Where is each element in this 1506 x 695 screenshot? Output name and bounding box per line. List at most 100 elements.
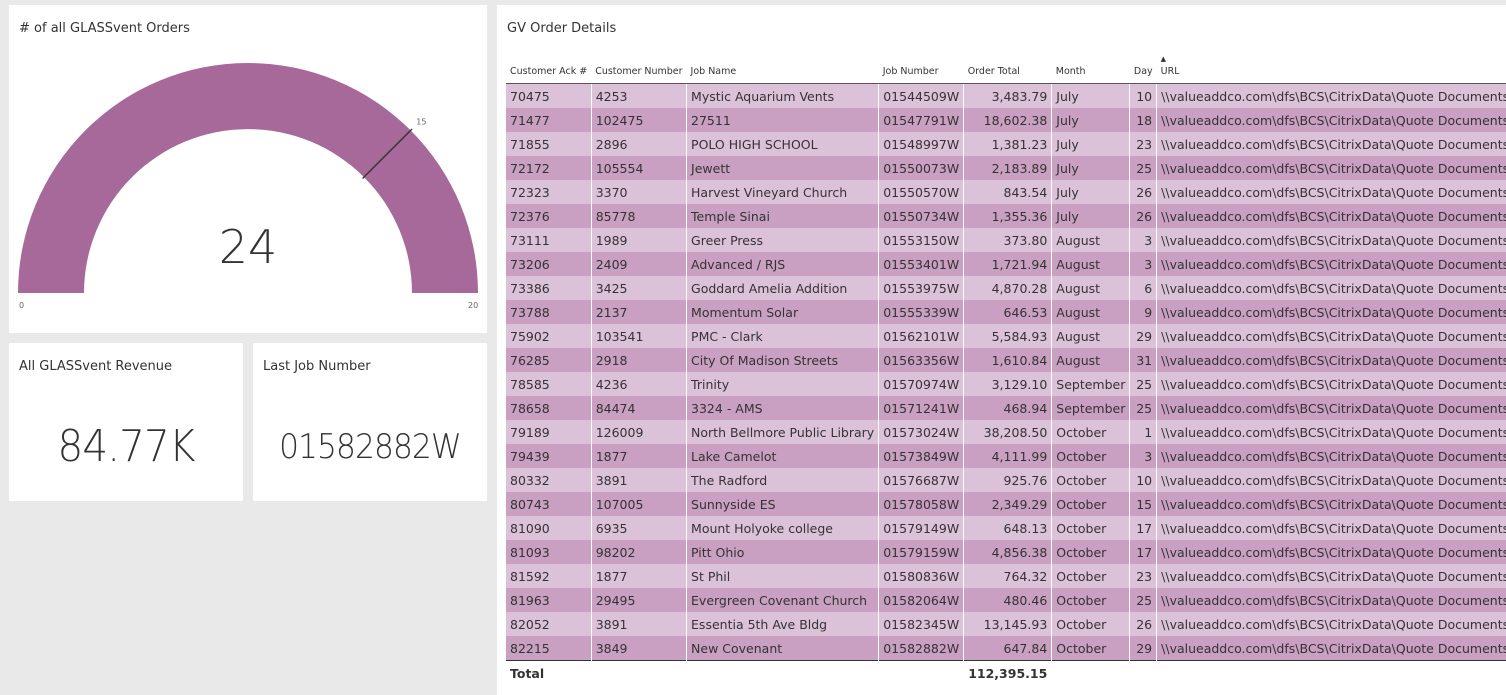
cell-day: 23: [1129, 564, 1158, 588]
cell-month: July: [1051, 156, 1131, 180]
cell-url[interactable]: \\valueaddco.com\dfs\BCS\CitrixData\Quot…: [1156, 83, 1506, 108]
col-header-day[interactable]: Day: [1129, 53, 1157, 84]
cell-job-name: North Bellmore Public Library: [686, 420, 880, 444]
cell-day: 23: [1129, 132, 1158, 156]
cell-url[interactable]: \\valueaddco.com\dfs\BCS\CitrixData\Quot…: [1156, 348, 1506, 372]
cell-job-number: 01562101W: [878, 324, 965, 348]
cell-job-number: 01570974W: [878, 372, 965, 396]
revenue-card[interactable]: All GLASSvent Revenue 84.77K: [9, 343, 243, 501]
cell-order-total: 2,349.29: [963, 492, 1053, 516]
cell-url[interactable]: \\valueaddco.com\dfs\BCS\CitrixData\Quot…: [1156, 564, 1506, 588]
table-row[interactable]: 81592 1877 St Phil 01580836W 764.32 October 23…: [506, 564, 1506, 588]
sort-ascending-icon[interactable]: ▲: [1161, 55, 1166, 63]
cell-url[interactable]: \\valueaddco.com\dfs\BCS\CitrixData\Quot…: [1156, 588, 1506, 612]
table-row[interactable]: 76285 2918 City Of Madison Streets 01563356…: [506, 348, 1506, 372]
cell-customer-ack: 79439: [506, 444, 592, 468]
cell-url[interactable]: \\valueaddco.com\dfs\BCS\CitrixData\Quot…: [1156, 132, 1506, 156]
table-row[interactable]: 70475 4253 Mystic Aquarium Vents 01544509W 3…: [506, 83, 1506, 108]
col-header-customer-ack[interactable]: Customer Ack #: [506, 53, 592, 84]
cell-customer-number: 2918: [591, 348, 688, 372]
table-row[interactable]: 80743 107005 Sunnyside ES 01578058W 2,349.29…: [506, 492, 1506, 516]
cell-url[interactable]: \\valueaddco.com\dfs\BCS\CitrixData\Quot…: [1156, 372, 1506, 396]
cell-job-name: Evergreen Covenant Church: [686, 588, 880, 612]
table-row[interactable]: 72376 85778 Temple Sinai 01550734W 1,355.36 J…: [506, 204, 1506, 228]
total-empty-cell: [686, 660, 880, 685]
cell-url[interactable]: \\valueaddco.com\dfs\BCS\CitrixData\Quot…: [1156, 108, 1506, 132]
table-row[interactable]: 79439 1877 Lake Camelot 01573849W 4,111.99 Oc…: [506, 444, 1506, 468]
cell-url[interactable]: \\valueaddco.com\dfs\BCS\CitrixData\Quot…: [1156, 324, 1506, 348]
cell-day: 25: [1129, 396, 1158, 420]
cell-month: August: [1051, 252, 1131, 276]
gauge-card[interactable]: # of all GLASSvent Orders 15 24 0 20: [9, 5, 487, 333]
cell-day: 26: [1129, 180, 1158, 204]
cell-url[interactable]: \\valueaddco.com\dfs\BCS\CitrixData\Quot…: [1156, 612, 1506, 636]
table-row[interactable]: 78585 4236 Trinity 01570974W 3,129.10 Septemb…: [506, 372, 1506, 396]
cell-job-name: Sunnyside ES: [686, 492, 880, 516]
cell-url[interactable]: \\valueaddco.com\dfs\BCS\CitrixData\Quot…: [1156, 300, 1506, 324]
cell-url[interactable]: \\valueaddco.com\dfs\BCS\CitrixData\Quot…: [1156, 540, 1506, 564]
cell-day: 18: [1129, 108, 1158, 132]
table-row[interactable]: 72172 105554 Jewett 01550073W 2,183.89 July 25…: [506, 156, 1506, 180]
cell-job-number: 01553150W: [878, 228, 965, 252]
cell-url[interactable]: \\valueaddco.com\dfs\BCS\CitrixData\Quot…: [1156, 156, 1506, 180]
cell-url[interactable]: \\valueaddco.com\dfs\BCS\CitrixData\Quot…: [1156, 420, 1506, 444]
cell-job-name: Mount Holyoke college: [686, 516, 880, 540]
table-row[interactable]: 80332 3891 The Radford 01576687W 925.76 Octob…: [506, 468, 1506, 492]
cell-customer-ack: 73111: [506, 228, 592, 252]
cell-month: August: [1051, 300, 1131, 324]
col-header-job-name[interactable]: Job Name: [686, 53, 879, 84]
cell-url[interactable]: \\valueaddco.com\dfs\BCS\CitrixData\Quot…: [1156, 204, 1506, 228]
table-row[interactable]: 82052 3891 Essentia 5th Ave Bldg 01582345W 1…: [506, 612, 1506, 636]
cell-customer-number: 2896: [591, 132, 688, 156]
table-row[interactable]: 73788 2137 Momentum Solar 01555339W 646.53 Au…: [506, 300, 1506, 324]
table-row[interactable]: 81090 6935 Mount Holyoke college 01579149W 6…: [506, 516, 1506, 540]
cell-job-number: 01580836W: [878, 564, 965, 588]
col-header-customer-number[interactable]: Customer Number: [591, 53, 687, 84]
cell-customer-ack: 82052: [506, 612, 592, 636]
col-header-url[interactable]: ▲ URL: [1156, 53, 1506, 84]
cell-url[interactable]: \\valueaddco.com\dfs\BCS\CitrixData\Quot…: [1156, 468, 1506, 492]
cell-month: August: [1051, 276, 1131, 300]
table-row[interactable]: 71855 2896 POLO HIGH SCHOOL 01548997W 1,381.…: [506, 132, 1506, 156]
cell-url[interactable]: \\valueaddco.com\dfs\BCS\CitrixData\Quot…: [1156, 444, 1506, 468]
table-row[interactable]: 79189 126009 North Bellmore Public Library…: [506, 420, 1506, 444]
cell-job-number: 01550073W: [878, 156, 965, 180]
table-row[interactable]: 73111 1989 Greer Press 01553150W 373.80 Augus…: [506, 228, 1506, 252]
cell-month: October: [1051, 516, 1131, 540]
cell-order-total: 4,870.28: [963, 276, 1053, 300]
table-row[interactable]: 73386 3425 Goddard Amelia Addition 01553975…: [506, 276, 1506, 300]
total-empty-cell: [1051, 660, 1131, 685]
order-details-table[interactable]: Customer Ack # Customer Number Job Name Job…: [506, 53, 1506, 685]
table-row[interactable]: 78658 84474 3324 - AMS 01571241W 468.94 Septe…: [506, 396, 1506, 420]
cell-url[interactable]: \\valueaddco.com\dfs\BCS\CitrixData\Quot…: [1156, 276, 1506, 300]
cell-url[interactable]: \\valueaddco.com\dfs\BCS\CitrixData\Quot…: [1156, 516, 1506, 540]
table-row[interactable]: 81963 29495 Evergreen Covenant Church 01582…: [506, 588, 1506, 612]
cell-job-name: Greer Press: [686, 228, 880, 252]
cell-url[interactable]: \\valueaddco.com\dfs\BCS\CitrixData\Quot…: [1156, 180, 1506, 204]
cell-url[interactable]: \\valueaddco.com\dfs\BCS\CitrixData\Quot…: [1156, 492, 1506, 516]
revenue-title: All GLASSvent Revenue: [19, 359, 173, 374]
table-row[interactable]: 81093 98202 Pitt Ohio 01579159W 4,856.38 Octo…: [506, 540, 1506, 564]
cell-customer-number: 3425: [591, 276, 688, 300]
cell-month: October: [1051, 540, 1131, 564]
table-row[interactable]: 73206 2409 Advanced / RJS 01553401W 1,721.94…: [506, 252, 1506, 276]
cell-job-number: 01573849W: [878, 444, 965, 468]
table-row[interactable]: 75902 103541 PMC - Clark 01562101W 5,584.93 A…: [506, 324, 1506, 348]
col-header-order-total[interactable]: Order Total: [963, 53, 1052, 84]
cell-day: 3: [1129, 444, 1158, 468]
table-row[interactable]: 71477 102475 27511 01547791W 18,602.38 July 18…: [506, 108, 1506, 132]
cell-url[interactable]: \\valueaddco.com\dfs\BCS\CitrixData\Quot…: [1156, 252, 1506, 276]
table-row[interactable]: 72323 3370 Harvest Vineyard Church 01550570…: [506, 180, 1506, 204]
table-row[interactable]: 82215 3849 New Covenant 01582882W 647.84 Octo…: [506, 636, 1506, 661]
cell-order-total: 3,483.79: [963, 83, 1053, 108]
cell-job-name: Advanced / RJS: [686, 252, 880, 276]
col-header-month[interactable]: Month: [1051, 53, 1130, 84]
cell-url[interactable]: \\valueaddco.com\dfs\BCS\CitrixData\Quot…: [1156, 228, 1506, 252]
last-job-card[interactable]: Last Job Number 01582882W: [253, 343, 487, 501]
cell-url[interactable]: \\valueaddco.com\dfs\BCS\CitrixData\Quot…: [1156, 636, 1506, 661]
cell-url[interactable]: \\valueaddco.com\dfs\BCS\CitrixData\Quot…: [1156, 396, 1506, 420]
cell-customer-ack: 82215: [506, 636, 592, 661]
col-header-job-number[interactable]: Job Number: [878, 53, 964, 84]
cell-job-number: 01576687W: [878, 468, 965, 492]
order-details-card[interactable]: GV Order Details Customer Ack # Customer …: [497, 5, 1506, 695]
